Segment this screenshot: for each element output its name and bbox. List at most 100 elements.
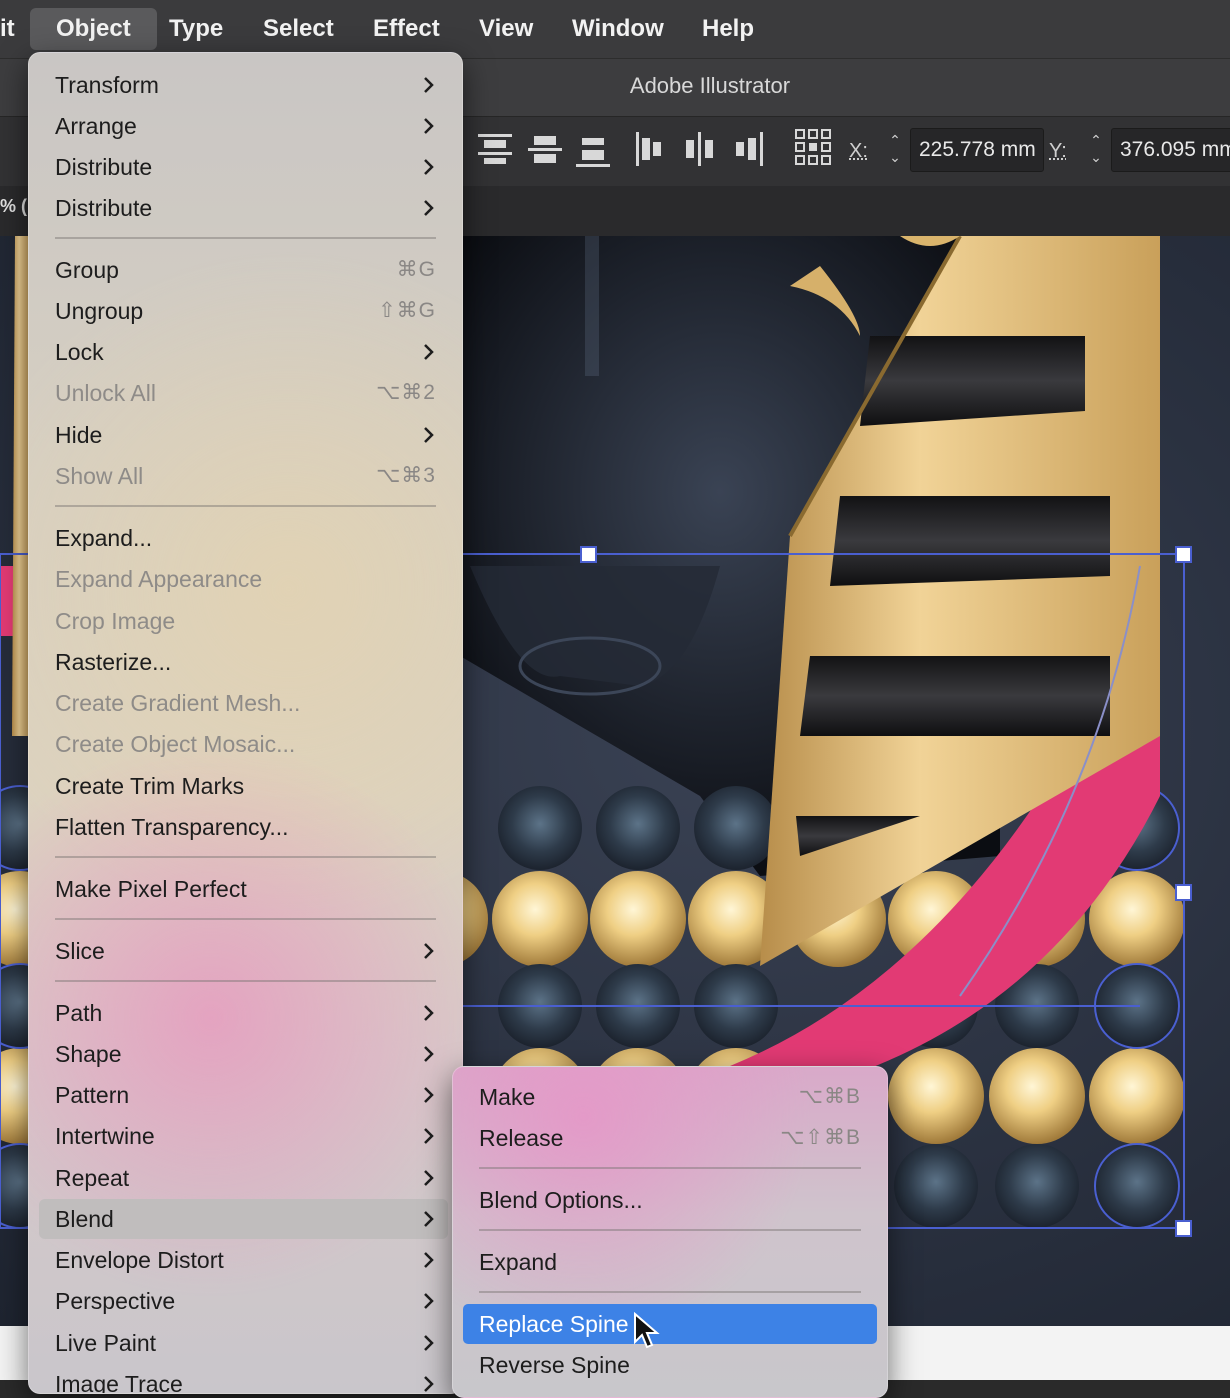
menu-item-label: Shape [55,1041,122,1067]
menu-item-label: Lock [55,339,104,365]
menu-item-label: Unlock All [55,380,156,406]
menu-separator [479,1291,861,1293]
chevron-right-icon [424,344,434,360]
menu-separator [55,505,436,507]
menu-separator [479,1167,861,1169]
menu-item-ungroup[interactable]: Ungroup ⇧⌘G [29,291,462,331]
y-coordinate-field[interactable]: 376.095 mm [1111,128,1230,172]
menu-item-path[interactable]: Path [29,993,462,1033]
blend-release[interactable]: Release ⌥⇧⌘B [453,1118,887,1158]
menu-item-live-paint[interactable]: Live Paint [29,1323,462,1363]
menu-item-label: Create Trim Marks [55,773,245,799]
menu-item-transform[interactable]: Transform [29,65,462,105]
menu-item-slice[interactable]: Slice [29,931,462,971]
chevron-right-icon [424,1087,434,1103]
menu-separator [55,980,436,982]
menu-item-expand-appearance: Expand Appearance [29,559,462,599]
menu-item-show-all: Show All ⌥⌘3 [29,456,462,496]
blend-make[interactable]: Make ⌥⌘B [453,1077,887,1117]
align-left-icon[interactable] [636,132,661,166]
menu-item-shortcut: ⌥⌘3 [376,464,436,487]
menu-item-shortcut: ⌥⇧⌘B [780,1126,861,1149]
chevron-right-icon [424,1005,434,1021]
menu-item-label: Group [55,257,119,283]
menu-item-label: Distribute [55,195,153,221]
menubar-type[interactable]: Type [169,8,223,50]
menu-item-label: Rasterize... [55,649,172,675]
chevron-right-icon [424,1170,434,1186]
menu-item-lock[interactable]: Lock [29,332,462,372]
menu-item-make-pixel-perfect[interactable]: Make Pixel Perfect [29,869,462,909]
chevron-right-icon [424,943,434,959]
menu-item-label: Make [479,1084,536,1110]
align-right-icon[interactable] [736,132,763,166]
menu-separator [55,856,436,858]
x-coordinate-field[interactable]: 225.778 mm [910,128,1044,172]
menu-item-label: Live Paint [55,1330,157,1356]
menu-item-label: Make Pixel Perfect [55,876,247,902]
menu-item-pattern[interactable]: Pattern [29,1075,462,1115]
menu-item-label: Crop Image [55,608,176,634]
menu-item-label: Expand Appearance [55,566,263,592]
blend-expand[interactable]: Expand [453,1242,887,1282]
chevron-right-icon [424,159,434,175]
menu-item-shape[interactable]: Shape [29,1034,462,1074]
menu-item-label: Hide [55,422,103,448]
x-stepper-icon[interactable]: ⌃ ⌄ [884,132,906,168]
menu-item-expand[interactable]: Expand... [29,518,462,558]
menu-item-rasterize[interactable]: Rasterize... [29,642,462,682]
menu-item-distribute[interactable]: Distribute [29,147,462,187]
menubar-edit-fragment[interactable]: it [0,8,15,50]
blend-replace-spine[interactable]: Replace Spine [463,1304,877,1344]
menu-item-label: Distribute [55,154,153,180]
menu-item-label: Perspective [55,1288,176,1314]
align-vertical-center-icon[interactable] [528,136,562,163]
menu-item-perspective[interactable]: Perspective [29,1281,462,1321]
menu-item-intertwine[interactable]: Intertwine [29,1116,462,1156]
chevron-right-icon [424,200,434,216]
chevron-right-icon [424,1293,434,1309]
menu-item-label: Image Trace [55,1371,183,1394]
menu-item-shortcut: ⇧⌘G [378,299,436,322]
menu-item-hide[interactable]: Hide [29,415,462,455]
menu-item-image-trace[interactable]: Image Trace [29,1364,462,1394]
menu-item-create-trim-marks[interactable]: Create Trim Marks [29,766,462,806]
mouse-cursor-icon [634,1312,660,1349]
menu-item-arrange[interactable]: Arrange [29,106,462,146]
align-horizontal-center-icon[interactable] [686,132,713,166]
menu-item-envelope-distort[interactable]: Envelope Distort [29,1240,462,1280]
menu-item-label: Transform [55,72,159,98]
y-stepper-icon[interactable]: ⌃ ⌄ [1085,132,1107,168]
x-coordinate-label: X: [849,140,868,162]
menu-separator [55,237,436,239]
menu-item-flatten-transparency[interactable]: Flatten Transparency... [29,807,462,847]
menubar: it Object Type Select Effect View Window… [0,0,1230,58]
menubar-window[interactable]: Window [572,8,664,50]
menu-item-repeat[interactable]: Repeat [29,1158,462,1198]
chevron-right-icon [424,1211,434,1227]
menubar-select[interactable]: Select [263,8,334,50]
reference-point-icon[interactable] [794,128,834,168]
menu-item-create-gradient-mesh: Create Gradient Mesh... [29,683,462,723]
menu-item-label: Path [55,1000,103,1026]
menu-item-shortcut: ⌥⌘B [798,1085,861,1108]
menubar-help[interactable]: Help [702,8,754,50]
menu-item-label: Slice [55,938,105,964]
menu-item-group[interactable]: Group ⌘G [29,250,462,290]
menu-item-label: Intertwine [55,1123,155,1149]
chevron-right-icon [424,77,434,93]
align-top-icon[interactable] [478,134,512,164]
menu-item-label: Show All [55,463,144,489]
menubar-effect[interactable]: Effect [373,8,440,50]
menubar-object[interactable]: Object [30,8,157,50]
align-buttons-group [478,132,763,167]
menu-item-blend[interactable]: Blend [39,1199,448,1239]
menu-item-distribute-2[interactable]: Distribute [29,188,462,228]
align-bottom-icon[interactable] [576,138,610,167]
blend-reverse-spine[interactable]: Reverse Spine [453,1345,887,1385]
blend-options[interactable]: Blend Options... [453,1180,887,1220]
menu-item-label: Pattern [55,1082,130,1108]
menu-item-create-object-mosaic: Create Object Mosaic... [29,724,462,764]
menu-item-label: Create Object Mosaic... [55,731,296,757]
menubar-view[interactable]: View [479,8,533,50]
